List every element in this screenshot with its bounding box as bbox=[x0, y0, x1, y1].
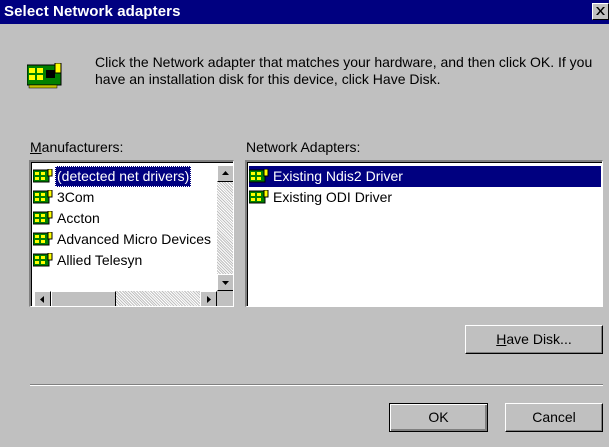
arrow-right-icon bbox=[207, 296, 211, 303]
network-adapter-icon bbox=[249, 190, 269, 204]
network-adapters-list-area: Existing Ndis2 Driver Existing ODI Drive… bbox=[247, 162, 602, 306]
scroll-up-button[interactable] bbox=[217, 165, 233, 182]
title-bar[interactable]: Select Network adapters bbox=[0, 0, 609, 24]
network-adapter-icon bbox=[33, 211, 53, 225]
list-item-label: Existing ODI Driver bbox=[273, 189, 393, 205]
manufacturers-label-accel: M bbox=[30, 139, 42, 155]
scroll-left-button[interactable] bbox=[34, 291, 51, 306]
network-adapters-listbox[interactable]: Existing Ndis2 Driver Existing ODI Drive… bbox=[245, 160, 603, 307]
scroll-down-button[interactable] bbox=[217, 274, 233, 291]
window-title: Select Network adapters bbox=[4, 3, 181, 20]
arrow-up-icon bbox=[222, 171, 229, 175]
horizontal-scroll-track[interactable] bbox=[116, 291, 200, 306]
manufacturers-label: Manufacturers: bbox=[30, 139, 123, 155]
horizontal-scroll-thumb[interactable] bbox=[51, 291, 116, 306]
manufacturers-label-text: anufacturers: bbox=[41, 139, 124, 155]
manufacturers-list-area: (detected net drivers) 3Com Accton Advan… bbox=[31, 162, 233, 306]
scrollbar-corner bbox=[217, 291, 233, 306]
network-adapter-icon bbox=[33, 253, 53, 267]
list-item-label: Advanced Micro Devices bbox=[57, 231, 212, 247]
ok-button[interactable]: OK bbox=[389, 403, 488, 432]
separator-highlight bbox=[30, 385, 603, 386]
list-item[interactable]: Existing Ndis2 Driver bbox=[249, 166, 601, 187]
network-adapter-icon bbox=[33, 190, 53, 204]
list-item-label: Accton bbox=[57, 210, 100, 226]
have-disk-label: ave Disk... bbox=[506, 331, 572, 347]
list-item-label: Allied Telesyn bbox=[57, 252, 143, 268]
network-adapter-icon bbox=[249, 169, 269, 183]
scroll-right-button[interactable] bbox=[200, 291, 217, 306]
network-adapter-icon bbox=[27, 63, 62, 89]
manufacturers-listbox[interactable]: (detected net drivers) 3Com Accton Advan… bbox=[29, 160, 234, 307]
list-item-label: (detected net drivers) bbox=[55, 166, 192, 187]
arrow-down-icon bbox=[222, 281, 229, 285]
network-adapter-icon bbox=[33, 232, 53, 246]
instruction-text: Click the Network adapter that matches y… bbox=[95, 54, 593, 87]
have-disk-accel: H bbox=[496, 331, 507, 347]
arrow-left-icon bbox=[40, 296, 44, 303]
have-disk-button[interactable]: Have Disk... bbox=[465, 325, 603, 354]
vertical-scroll-track[interactable] bbox=[217, 182, 233, 274]
network-adapters-label: Network Adapters: bbox=[246, 139, 361, 155]
cancel-button[interactable]: Cancel bbox=[505, 403, 603, 432]
select-network-adapters-dialog: Select Network adapters Click the Networ… bbox=[0, 0, 609, 447]
list-item-label: 3Com bbox=[57, 189, 95, 205]
close-x-icon bbox=[596, 7, 605, 15]
close-button[interactable] bbox=[592, 3, 609, 20]
list-item-label: Existing Ndis2 Driver bbox=[273, 168, 403, 184]
network-adapter-icon bbox=[33, 169, 53, 183]
